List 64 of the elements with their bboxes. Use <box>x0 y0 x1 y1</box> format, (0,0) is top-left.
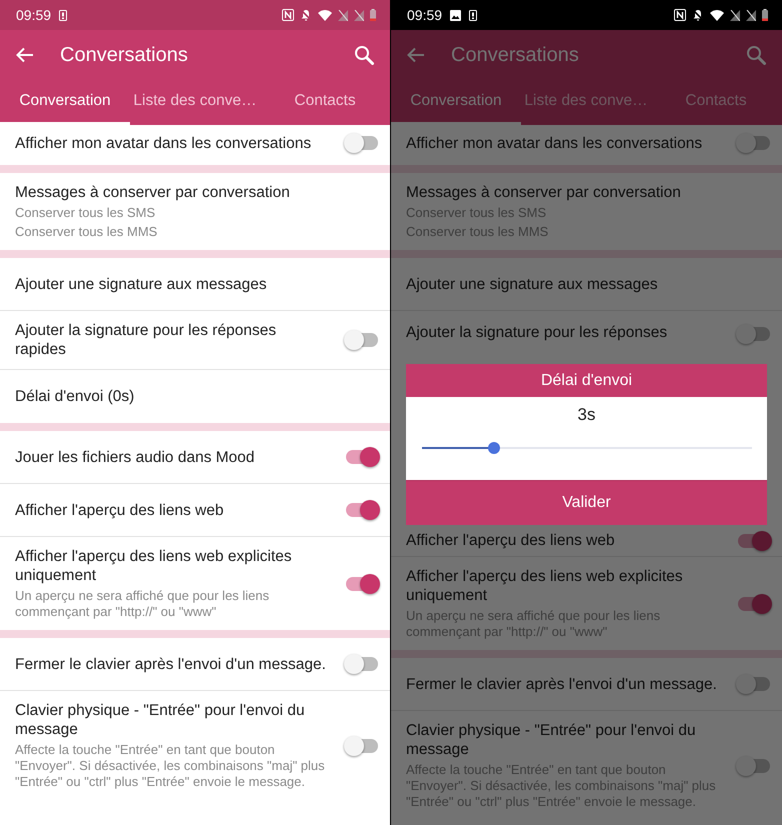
setting-summary: Affecte la touche "Entrée" en tant que bouton "Envoyer". Si désactivée, les combinaisons "maj" plus "Entrée" ou "ctrl" plus "Entrée" envoie le message. <box>15 742 326 790</box>
toggle-switch[interactable] <box>344 132 380 154</box>
setting-title[interactable]: Afficher l'aperçu des liens web explicites uniquement <box>15 547 328 585</box>
setting-title[interactable]: Délai d'envoi (0s) <box>15 387 380 406</box>
nfc-icon <box>674 9 686 21</box>
setting-title[interactable]: Ajouter la signature pour les réponses <box>406 323 720 342</box>
no-signal-icon <box>338 10 348 20</box>
wifi-icon <box>318 10 332 20</box>
setting-title[interactable]: Fermer le clavier après l'envoi d'un message. <box>15 654 328 674</box>
battery-icon <box>370 9 376 21</box>
toggle-switch[interactable] <box>344 734 380 756</box>
setting-title[interactable]: Ajouter la signature pour les réponses rapides <box>15 321 328 359</box>
toggle-switch[interactable] <box>344 653 380 675</box>
setting-title[interactable]: Clavier physique - "Entrée" pour l'envoi du message <box>15 701 328 739</box>
delay-slider[interactable] <box>422 441 752 455</box>
no-signal-icon <box>730 10 740 20</box>
back-arrow-icon[interactable] <box>407 47 425 63</box>
setting-title[interactable]: Fermer le clavier après l'envoi d'un message. <box>406 674 720 694</box>
setting-title[interactable]: Messages à conserver par conversation <box>15 183 380 202</box>
search-icon[interactable] <box>354 45 374 65</box>
no-signal-icon <box>354 10 364 20</box>
bell-off-icon <box>692 9 704 21</box>
search-icon[interactable] <box>746 45 766 65</box>
toolbar-title: Conversations <box>451 44 580 66</box>
setting-summary: Un aperçu ne sera affiché que pour les liens commençant par "http://" ou "www" <box>15 588 270 620</box>
tab[interactable]: Liste des conve… <box>130 80 260 125</box>
toolbar-title: Conversations <box>60 44 189 66</box>
toggle-switch[interactable] <box>344 499 380 521</box>
setting-title[interactable]: Clavier physique - "Entrée" pour l'envoi du message <box>406 721 720 759</box>
setting-title[interactable]: Ajouter une signature aux messages <box>15 274 380 294</box>
toggle-switch[interactable] <box>736 754 772 776</box>
slider-value: 3s <box>578 405 596 425</box>
setting-title[interactable]: Messages à conserver par conversation <box>406 183 772 202</box>
tab[interactable]: Contacts <box>260 80 390 125</box>
setting-title[interactable]: Afficher l'aperçu des liens web <box>15 500 328 520</box>
setting-title[interactable]: Afficher l'aperçu des liens web <box>406 531 720 550</box>
setting-title[interactable]: Afficher l'aperçu des liens web explicites uniquement <box>406 567 720 605</box>
toggle-switch[interactable] <box>736 530 772 552</box>
status-time: 09:59 <box>16 7 52 23</box>
toggle-switch[interactable] <box>344 572 380 594</box>
toggle-switch[interactable] <box>344 446 380 468</box>
toggle-switch[interactable] <box>736 673 772 695</box>
dialog-title: Délai d'envoi <box>406 364 767 397</box>
setting-title[interactable]: Jouer les fichiers audio dans Mood <box>15 448 328 466</box>
setting-summary: Conserver tous les SMS <box>15 205 156 221</box>
setting-summary: Conserver tous les MMS <box>15 224 158 240</box>
toggle-switch[interactable] <box>736 323 772 345</box>
battery-icon <box>762 9 768 21</box>
setting-title[interactable]: Afficher mon avatar dans les conversations <box>15 134 328 152</box>
image-icon <box>450 10 462 20</box>
status-time: 09:59 <box>407 7 442 23</box>
setting-title[interactable]: Afficher mon avatar dans les conversations <box>406 134 720 152</box>
device-alert-icon <box>469 10 478 20</box>
back-arrow-icon[interactable] <box>16 47 34 63</box>
bell-off-icon <box>300 9 312 21</box>
toggle-switch[interactable] <box>736 132 772 154</box>
nfc-icon <box>282 9 294 21</box>
toggle-switch[interactable] <box>344 329 380 351</box>
toggle-switch[interactable] <box>736 592 772 614</box>
setting-title[interactable]: Ajouter une signature aux messages <box>406 274 772 294</box>
no-signal-icon <box>746 10 756 20</box>
device-alert-icon <box>59 10 68 20</box>
confirm-button[interactable]: Valider <box>406 480 767 525</box>
wifi-icon <box>710 10 724 20</box>
